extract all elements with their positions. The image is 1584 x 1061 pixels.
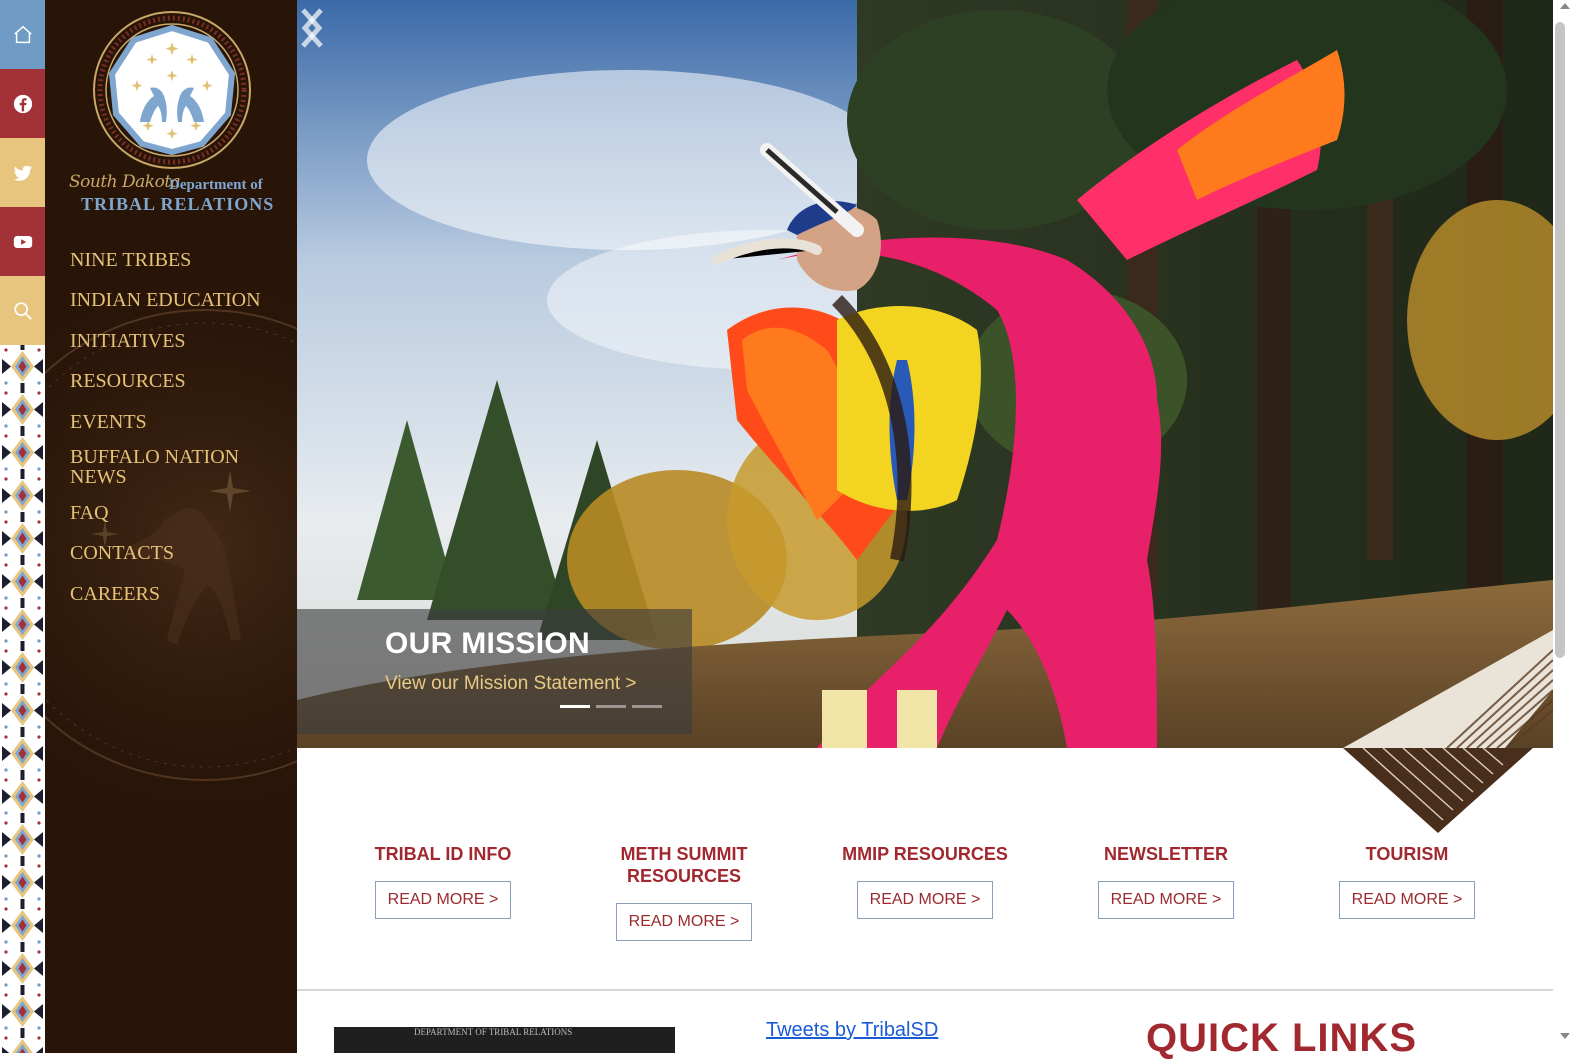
youtube-icon	[13, 235, 32, 248]
nav-item-buffalo-nation[interactable]: BUFFALO NATION	[70, 447, 239, 467]
nav-item-events[interactable]: EVENTS	[70, 412, 147, 432]
carousel-dot-3[interactable]	[632, 705, 662, 708]
carousel-indicators	[560, 705, 662, 708]
tweets-link[interactable]: Tweets by TribalSD	[766, 1019, 938, 1042]
read-more-button[interactable]: READ MORE >	[615, 903, 753, 941]
facebook-icon	[13, 94, 32, 113]
department-seal-logo	[93, 11, 251, 169]
read-more-button[interactable]: READ MORE >	[1338, 881, 1476, 919]
carousel-dot-2[interactable]	[596, 705, 626, 708]
scroll-down-arrow-icon[interactable]	[1560, 1033, 1570, 1039]
feature-title-line-2: RESOURCES	[626, 866, 742, 886]
video-thumbnail[interactable]: DEPARTMENT OF TRIBAL RELATIONS	[334, 1027, 675, 1053]
brand-department: Department of	[169, 177, 263, 193]
nav-item-careers[interactable]: CAREERS	[70, 584, 160, 604]
slide-caption: OUR MISSION View our Mission Statement >	[297, 609, 692, 734]
twitter-button[interactable]	[0, 138, 45, 207]
nav-item-faq[interactable]: FAQ	[70, 503, 109, 523]
nav-item-indian-education[interactable]: INDIAN EDUCATION	[70, 290, 261, 310]
feature-title: NEWSLETTER	[1104, 844, 1228, 864]
feature-title: METH SUMMIT	[620, 844, 748, 864]
feature-title: TRIBAL ID INFO	[374, 844, 512, 864]
section-divider	[297, 989, 1553, 991]
page-scrollbar[interactable]	[1553, 0, 1584, 1053]
scrollbar-thumb[interactable]	[1555, 22, 1565, 658]
nav-item-buffalo-nation-news[interactable]: NEWS	[70, 467, 127, 487]
side-navigation: South Dakota Department of TRIBAL RELATI…	[45, 0, 297, 1053]
slide-title: OUR MISSION	[385, 627, 590, 660]
feature-title: MMIP RESOURCES	[842, 844, 1008, 864]
search-button[interactable]	[0, 276, 45, 345]
brand-name: TRIBAL RELATIONS	[81, 194, 275, 214]
home-button[interactable]	[0, 0, 45, 69]
carousel-next-arrow-icon[interactable]	[297, 0, 327, 56]
twitter-icon	[13, 165, 32, 181]
read-more-button[interactable]: READ MORE >	[1097, 881, 1235, 919]
quick-links-heading: QUICK LINKS	[1146, 1016, 1417, 1060]
feature-tribal-id-info: TRIBAL ID INFO READ MORE >	[338, 843, 548, 919]
feature-meth-summit-resources: METH SUMMIT RESOURCES READ MORE >	[579, 843, 789, 941]
read-more-button[interactable]: READ MORE >	[856, 881, 994, 919]
social-rail	[0, 0, 45, 1053]
nav-item-initiatives[interactable]: INITIATIVES	[70, 331, 186, 351]
feature-title: TOURISM	[1365, 844, 1449, 864]
video-thumbnail-label: DEPARTMENT OF TRIBAL RELATIONS	[414, 1027, 573, 1037]
mission-statement-link[interactable]: View our Mission Statement >	[385, 673, 637, 695]
search-icon	[13, 301, 32, 320]
facebook-button[interactable]	[0, 69, 45, 138]
feature-newsletter: NEWSLETTER READ MORE >	[1061, 843, 1271, 919]
feature-mmip-resources: MMIP RESOURCES READ MORE >	[820, 843, 1030, 919]
feature-links: TRIBAL ID INFO READ MORE > METH SUMMIT R…	[297, 748, 1553, 991]
scroll-up-arrow-icon[interactable]	[1560, 3, 1570, 9]
beadwork-pattern	[0, 345, 45, 1053]
nav-item-resources[interactable]: RESOURCES	[70, 371, 186, 391]
brand-script: South Dakota	[69, 172, 181, 192]
woven-ribbon-decoration	[1343, 748, 1553, 833]
feature-tourism: TOURISM READ MORE >	[1302, 843, 1512, 919]
nav-item-contacts[interactable]: CONTACTS	[70, 543, 174, 563]
home-icon	[13, 25, 32, 43]
read-more-button[interactable]: READ MORE >	[374, 881, 512, 919]
carousel-dot-1[interactable]	[560, 705, 590, 708]
nav-item-nine-tribes[interactable]: NINE TRIBES	[70, 250, 191, 270]
hero-carousel: OUR MISSION View our Mission Statement >	[297, 0, 1553, 748]
youtube-button[interactable]	[0, 207, 45, 276]
department-wordmark: South Dakota Department of TRIBAL RELATI…	[69, 172, 279, 214]
